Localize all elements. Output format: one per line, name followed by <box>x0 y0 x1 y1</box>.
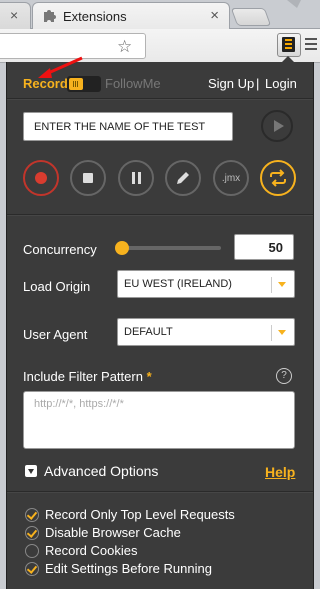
test-name-input[interactable] <box>23 112 233 141</box>
tab-title: Extensions <box>63 9 127 24</box>
sign-up-link[interactable]: Sign Up <box>208 76 254 91</box>
tab-extensions[interactable]: Extensions × <box>32 2 230 29</box>
followme-mode-label[interactable]: FollowMe <box>105 76 161 91</box>
option-label: Record Cookies <box>45 543 138 558</box>
concurrency-value-field[interactable]: 50 <box>234 234 294 260</box>
edit-button[interactable] <box>165 160 201 196</box>
browser-menu-icon[interactable] <box>305 38 317 53</box>
advanced-options-label[interactable]: Advanced Options <box>44 463 158 479</box>
puzzle-icon <box>44 10 56 22</box>
divider <box>7 214 313 216</box>
jmx-label: .jmx <box>221 173 241 184</box>
help-icon[interactable]: ? <box>276 368 292 384</box>
option-label: Disable Browser Cache <box>45 525 181 540</box>
option-label: Record Only Top Level Requests <box>45 507 235 522</box>
checkbox-disable-cache[interactable] <box>25 526 39 540</box>
window-minimize-icon[interactable] <box>283 0 313 16</box>
export-jmx-button[interactable]: .jmx <box>213 160 249 196</box>
run-test-button[interactable] <box>261 110 293 142</box>
pause-button[interactable] <box>118 160 154 196</box>
concurrency-label: Concurrency <box>23 242 97 257</box>
sync-icon <box>270 169 286 187</box>
option-label: Edit Settings Before Running <box>45 561 212 576</box>
user-agent-value: DEFAULT <box>124 326 173 338</box>
auth-separator: | <box>256 76 260 91</box>
user-agent-label: User Agent <box>23 327 88 342</box>
login-link[interactable]: Login <box>265 76 297 91</box>
load-origin-label: Load Origin <box>23 279 91 294</box>
pencil-icon <box>177 172 189 184</box>
checkbox-record-cookies[interactable] <box>25 544 39 558</box>
chevron-down-icon <box>278 282 286 287</box>
divider <box>7 491 313 493</box>
stop-button[interactable] <box>70 160 106 196</box>
filter-pattern-input[interactable] <box>23 391 295 449</box>
previous-tab[interactable]: × <box>0 2 31 29</box>
extension-popup: Record FollowMe Sign Up | Login .jmx Con… <box>6 62 314 589</box>
checkbox-edit-settings[interactable] <box>25 562 39 576</box>
sync-button[interactable] <box>260 160 296 196</box>
load-origin-select[interactable]: EU WEST (IRELAND) <box>117 270 295 298</box>
divider <box>7 98 313 100</box>
user-agent-select[interactable]: DEFAULT <box>117 318 295 346</box>
select-divider <box>271 277 272 293</box>
chevron-down-icon <box>278 330 286 335</box>
checkbox-record-top-level[interactable] <box>25 508 39 522</box>
extension-icon <box>282 37 295 52</box>
new-tab-button[interactable] <box>230 8 272 26</box>
filter-pattern-label: Include Filter Pattern * <box>23 369 152 384</box>
blazemeter-extension-button[interactable] <box>277 33 301 57</box>
help-link[interactable]: Help <box>265 464 295 480</box>
advanced-options-toggle-icon[interactable] <box>25 465 37 477</box>
browser-tab-strip: × Extensions × <box>0 0 320 29</box>
annotation-arrow <box>38 56 83 78</box>
required-marker: * <box>146 369 152 384</box>
bookmark-star-icon[interactable]: ☆ <box>117 37 132 57</box>
concurrency-slider-handle[interactable] <box>115 241 129 255</box>
previous-tab-close-icon[interactable]: × <box>10 7 18 23</box>
filter-pattern-text: Include Filter Pattern <box>23 369 143 384</box>
tab-close-icon[interactable]: × <box>210 7 219 24</box>
concurrency-slider-track[interactable] <box>121 246 221 250</box>
record-button[interactable] <box>23 160 59 196</box>
select-divider <box>271 325 272 341</box>
load-origin-value: EU WEST (IRELAND) <box>124 278 232 290</box>
